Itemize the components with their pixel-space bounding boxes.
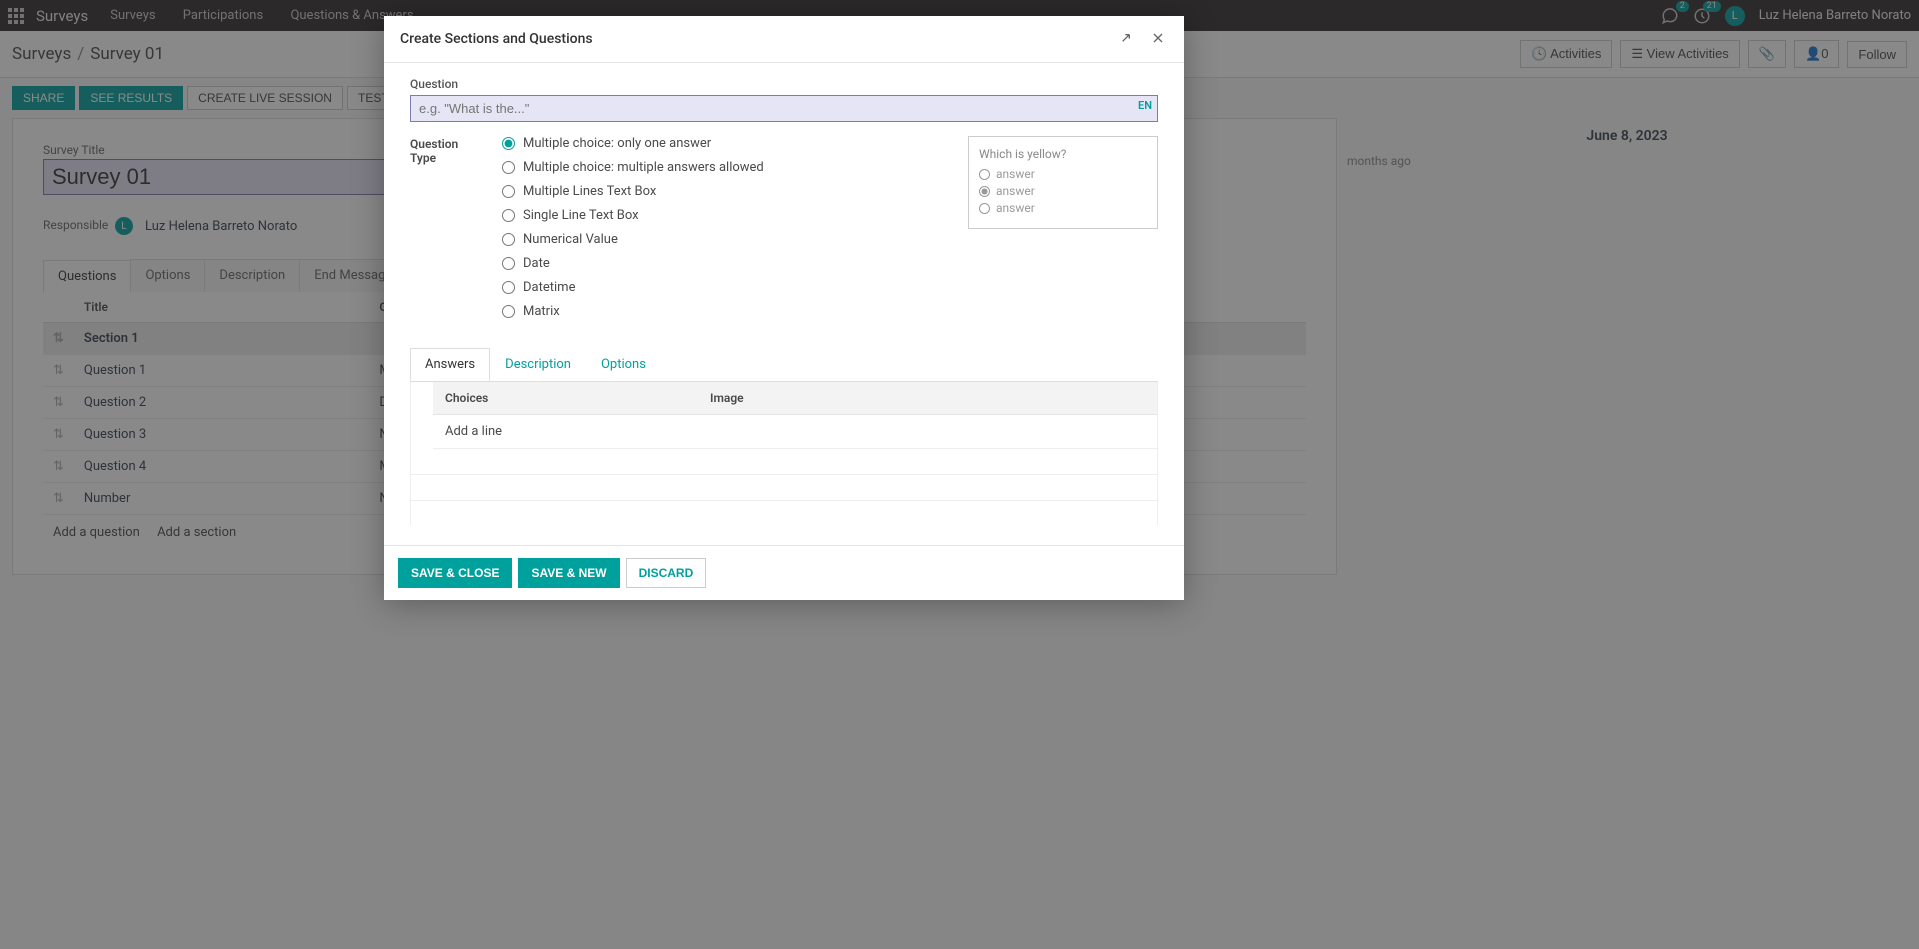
modal-tab-answers[interactable]: Answers — [410, 348, 490, 381]
question-preview: Which is yellow? answer answer answer — [968, 136, 1158, 229]
col-image: Image — [698, 382, 1157, 414]
expand-icon[interactable] — [1118, 30, 1136, 48]
qtype-datetime[interactable]: Datetime — [502, 280, 938, 295]
question-input[interactable] — [410, 95, 1158, 122]
discard-button[interactable]: DISCARD — [626, 558, 707, 588]
qtype-date[interactable]: Date — [502, 256, 938, 271]
qtype-multiline[interactable]: Multiple Lines Text Box — [502, 184, 938, 199]
qtype-numeric[interactable]: Numerical Value — [502, 232, 938, 247]
modal-title: Create Sections and Questions — [400, 31, 593, 47]
add-a-line[interactable]: Add a line — [433, 415, 1157, 449]
modal-tab-options[interactable]: Options — [586, 348, 661, 381]
modal-tabs: Answers Description Options — [410, 348, 1158, 382]
modal: Create Sections and Questions Question E… — [384, 16, 1184, 600]
question-type-label: Question Type — [410, 136, 482, 328]
qtype-single-choice[interactable]: Multiple choice: only one answer — [502, 136, 938, 151]
close-icon[interactable] — [1150, 30, 1168, 48]
save-new-button[interactable]: SAVE & NEW — [518, 558, 619, 588]
qtype-matrix[interactable]: Matrix — [502, 304, 938, 319]
lang-badge[interactable]: EN — [1138, 99, 1152, 112]
save-close-button[interactable]: SAVE & CLOSE — [398, 558, 512, 588]
modal-tab-description[interactable]: Description — [490, 348, 586, 381]
qtype-singleline[interactable]: Single Line Text Box — [502, 208, 938, 223]
qtype-multi-choice[interactable]: Multiple choice: multiple answers allowe… — [502, 160, 938, 175]
choices-table: Choices Image Add a line — [410, 382, 1158, 525]
col-choices: Choices — [433, 382, 698, 414]
question-label: Question — [410, 77, 1158, 91]
